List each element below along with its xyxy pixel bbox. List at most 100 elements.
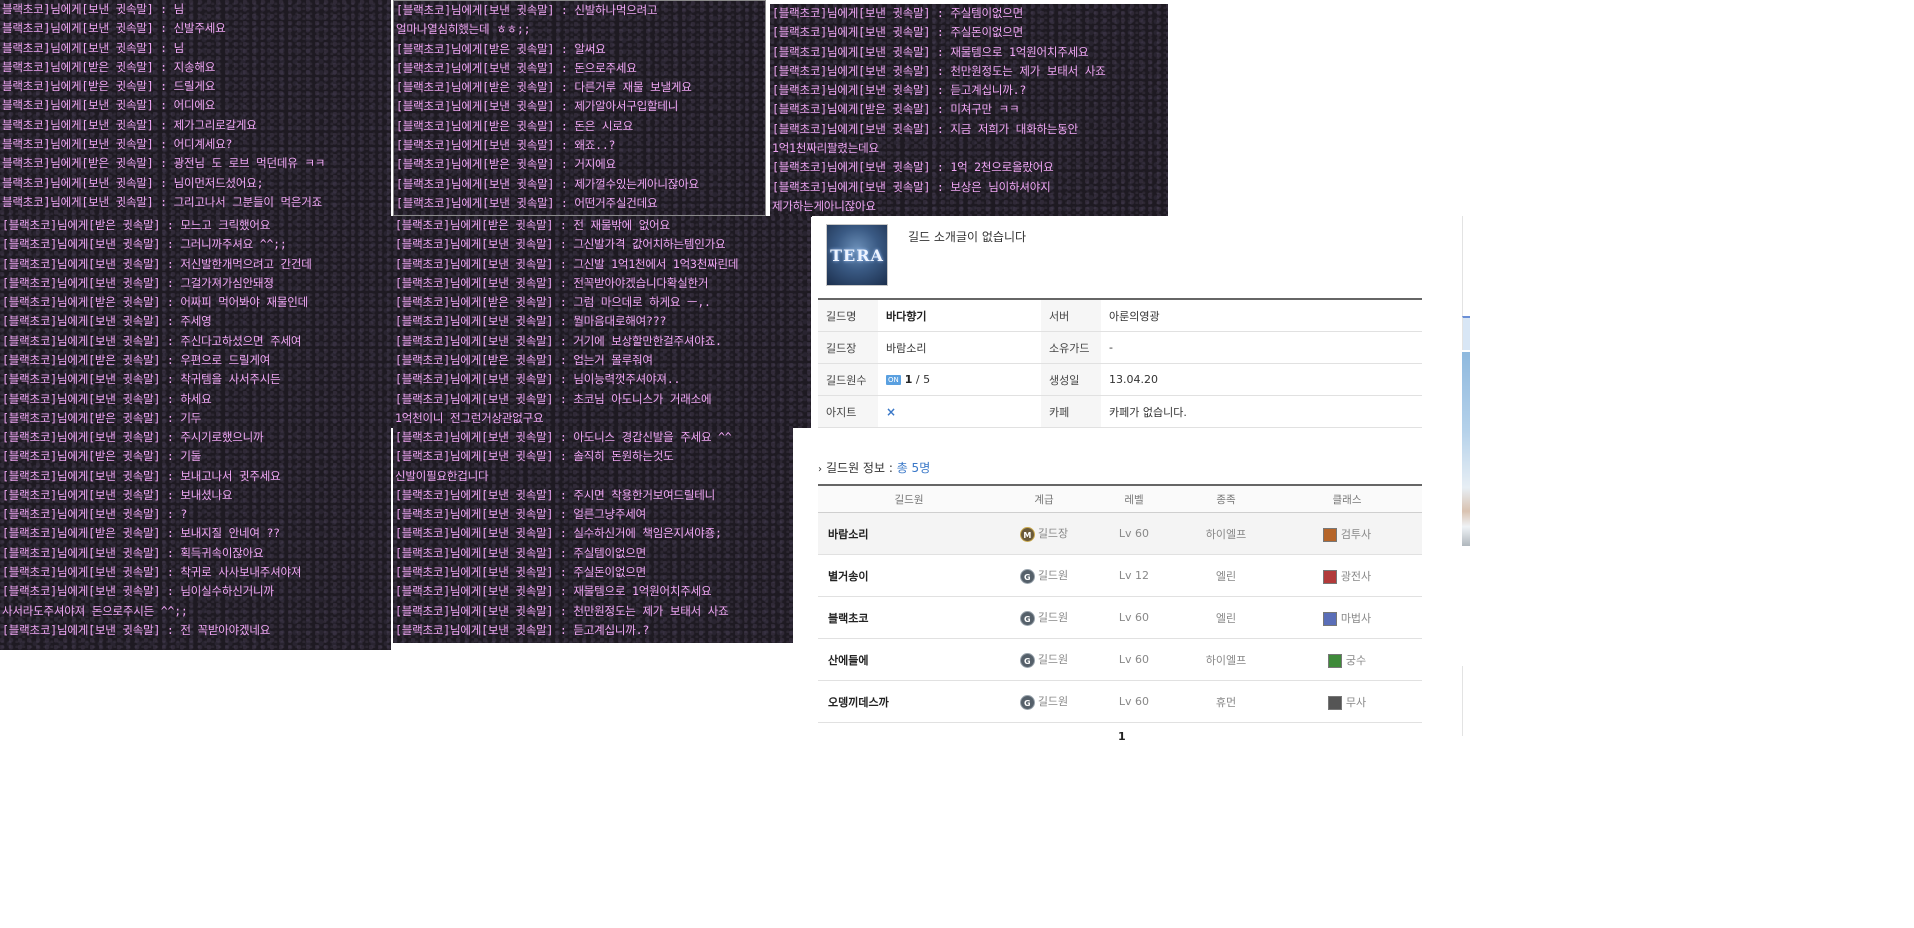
member-race: 하이엘프: [1180, 638, 1272, 681]
member-row[interactable]: 바람소리 M 길드장 Lv 60 하이엘프 검투사: [818, 512, 1422, 555]
chat-line: [블랙초코]님에게[받은 귓속말] : 어짜피 먹어봐야 재물인데: [2, 295, 308, 310]
members-total: 5: [923, 373, 931, 386]
chat-line: [블랙초코]님에게[보낸 귓속말] : 주실돈이없으면: [772, 25, 1024, 40]
hideout-value: ×: [878, 395, 1041, 428]
members-table: 길드원 계급 레벨 종족 클래스 바람소리 M 길드장 Lv 60 하이엘프 검투사 별거송…: [818, 484, 1422, 723]
pagination-page-1[interactable]: 1: [1118, 730, 1126, 743]
member-name[interactable]: 산에들에: [818, 638, 1000, 681]
chat-line: 블랙초코]님에게[보낸 귓속말] : 님: [2, 40, 185, 55]
guild-member-rank-icon: G: [1019, 694, 1035, 710]
member-level: Lv 12: [1088, 554, 1180, 597]
edge-tab-fragment: [1462, 316, 1470, 350]
guild-logo: TERA: [826, 224, 888, 286]
chat-line: [블랙초코]님에게[보낸 귓속말] : 거기에 보상할만한걸주셔야죠.: [395, 333, 722, 348]
chat-line: [블랙초코]님에게[보낸 귓속말] : 착귀템을 사서주시든: [2, 372, 281, 387]
chat-line: [블랙초코]님에게[보낸 귓속말] : 주실돈이없으면: [395, 565, 647, 580]
guild-master-rank-icon: M: [1019, 526, 1035, 542]
chat-line: [블랙초코]님에게[받은 귓속말] : 모느고 크릭했어요: [2, 218, 271, 232]
class-icon: [1322, 527, 1337, 542]
member-count-label: 길드원수: [818, 363, 878, 396]
chat-line: [블랙초코]님에게[보낸 귓속말] : 천만원정도는 제가 보태서 사죠: [395, 603, 729, 618]
chat-line: 블랙초코]님에게[받은 귓속말] : 드릴게요: [2, 79, 216, 94]
member-row[interactable]: 산에들에 G 길드원 Lv 60 하이엘프 궁수: [818, 638, 1422, 681]
chat-line: [블랙초코]님에게[보낸 귓속말] : 초코님 아도니스가 거래소에: [395, 391, 712, 406]
chat-line: 신발이필요한겁니다: [395, 468, 489, 483]
member-level: Lv 60: [1088, 680, 1180, 723]
chat-line: 블랙초코]님에게[받은 귓속말] : 지송해요: [2, 59, 216, 74]
cafe-value: 카페가 없습니다.: [1101, 395, 1422, 428]
member-name[interactable]: 오뎅끼데스까: [818, 680, 1000, 723]
chat-line: 1억천이니 전그런거상관없구요: [395, 410, 544, 425]
chat-line: [블랙초코]님에게[보낸 귓속말] : 주실템이없으면: [772, 6, 1024, 20]
guild-member-rank-icon: G: [1019, 652, 1035, 668]
member-rank: G 길드원: [1000, 638, 1088, 681]
chat-line: [블랙초코]님에게[보낸 귓속말] : 착귀로 사사보내주셔야져: [2, 565, 302, 580]
chat-line: [블랙초코]님에게[받은 귓속말] : 전 재물밖에 없어요: [395, 218, 670, 232]
info-row: 길드원수 ON 1 / 5 생성일 13.04.20: [818, 363, 1422, 396]
members-separator: /: [915, 373, 920, 386]
chat-line: [블랙초코]님에게[보낸 귓속말] : 님이능력껏주셔야져..: [395, 372, 681, 387]
member-row[interactable]: 별거송이 G 길드원 Lv 12 엘린 광전사: [818, 554, 1422, 597]
chat-line: [블랙초코]님에게[보낸 귓속말] : 주신다고하셨으면 주세여: [2, 333, 302, 348]
chat-log-panel-4: [블랙초코]님에게[받은 귓속말] : 모느고 크릭했어요 [블랙초코]님에게[보…: [0, 216, 393, 428]
member-class: 광전사: [1272, 554, 1422, 597]
member-rank-label: 길드원: [1037, 653, 1069, 667]
guild-member-rank-icon: G: [1019, 568, 1035, 584]
member-level: Lv 60: [1088, 512, 1180, 555]
chat-line: [블랙초코]님에게[보낸 귓속말] : 아도니스 경갑신발을 주세요 ^^: [395, 430, 732, 444]
chat-line: [블랙초코]님에게[보낸 귓속말] : 전 꼭받아야겠네요: [2, 622, 271, 637]
chat-line: [블랙초코]님에게[보낸 귓속말] : 그러니까주셔요 ^^;;: [2, 237, 287, 252]
member-name[interactable]: 별거송이: [818, 554, 1000, 597]
chat-line: 블랙초코]님에게[보낸 귓속말] : 그리고나서 그분들이 먹은거죠: [2, 194, 323, 209]
hideout-label: 아지트: [818, 395, 878, 428]
chat-line: [블랙초코]님에게[보낸 귓속말] : 그걸가져가심안돼졍: [2, 275, 274, 290]
guild-intro-text: 길드 소개글이 없습니다: [908, 230, 1027, 244]
created-label: 생성일: [1041, 363, 1101, 396]
chat-line: [블랙초코]님에게[받은 귓속말] : 보내지질 안네여 ??: [2, 526, 280, 541]
chevron-right-icon: ›: [818, 464, 822, 475]
chat-line: [블랙초코]님에게[받은 귓속말] : 알써요: [396, 41, 606, 56]
col-header-level: 레벨: [1088, 485, 1180, 513]
chat-line: [블랙초코]님에게[보낸 귓속말] : 실수하신거에 책임은지셔야죵;: [395, 526, 722, 541]
col-header-member: 길드원: [818, 485, 1000, 513]
info-row: 아지트 × 카페 카페가 없습니다.: [818, 395, 1422, 428]
member-class-label: 검투사: [1340, 527, 1372, 541]
member-class-label: 광전사: [1340, 569, 1372, 583]
chat-line: [블랙초코]님에게[받은 귓속말] : 기두: [2, 410, 202, 425]
member-class-label: 궁수: [1345, 653, 1367, 667]
chat-log-panel-2: [블랙초코]님에게[보낸 귓속말] : 신발하나먹으려고 얼마나열심히했는데 ㅎㅎ…: [393, 0, 766, 216]
member-class: 궁수: [1272, 638, 1422, 681]
member-race: 엘린: [1180, 554, 1272, 597]
member-class-label: 무사: [1345, 695, 1367, 709]
members-heading-label: 길드원 정보 :: [826, 461, 893, 475]
chat-line: [블랙초코]님에게[보낸 귓속말] : 어떤거주실건데요: [396, 195, 658, 210]
member-name[interactable]: 블랙초코: [818, 596, 1000, 639]
chat-line: [블랙초코]님에게[보낸 귓속말] : 천만원정도는 제가 보태서 사죠: [772, 63, 1106, 78]
member-name[interactable]: 바람소리: [818, 512, 1000, 555]
chat-line: [블랙초코]님에게[보낸 귓속말] : 뭘마음대로해여???: [395, 314, 667, 329]
chat-line: [블랙초코]님에게[보낸 귓속말] : 듣고계십니까.?: [772, 83, 1027, 98]
chat-line: [블랙초코]님에게[보낸 귓속말] : 저신발한개먹으려고 간건데: [2, 256, 312, 271]
member-row[interactable]: 오뎅끼데스까 G 길드원 Lv 60 휴먼 무사: [818, 680, 1422, 723]
chat-line: [블랙초코]님에게[보낸 귓속말] : 왜죠..?: [396, 138, 616, 153]
guild-member-rank-icon: G: [1019, 610, 1035, 626]
chat-line: [블랙초코]님에게[보낸 귓속말] : 재물템으로 1억원어치주세요: [395, 584, 712, 599]
member-rank-label: 길드원: [1037, 611, 1069, 625]
chat-line: [블랙초코]님에게[보낸 귓속말] : 재물템으로 1억원어치주세요: [772, 44, 1089, 59]
chat-line: 블랙초코]님에게[보낸 귓속말] : 어디계세요?: [2, 137, 233, 152]
member-rank-label: 길드장: [1037, 527, 1069, 541]
member-rank-label: 길드원: [1037, 695, 1069, 709]
member-rank: M 길드장: [1000, 512, 1088, 555]
cafe-label: 카페: [1041, 395, 1101, 428]
guild-master-label: 길드장: [818, 331, 878, 364]
chat-line: [블랙초코]님에게[보낸 귓속말] : 얼른그냥주세여: [395, 507, 647, 522]
chat-log-panel-5: [블랙초코]님에게[받은 귓속말] : 전 재물밖에 없어요 [블랙초코]님에게[…: [393, 216, 811, 428]
member-row[interactable]: 블랙초코 G 길드원 Lv 60 엘린 마법사: [818, 596, 1422, 639]
chat-line: 블랙초코]님에게[보낸 귓속말] : 님이먼저드셨어요;: [2, 175, 264, 190]
server-value: 아룬의영광: [1101, 299, 1422, 332]
chat-line: [블랙초코]님에게[보낸 귓속말] : ?: [2, 507, 188, 522]
class-icon: [1322, 569, 1337, 584]
info-row: 길드장 바람소리 소유가드 -: [818, 331, 1422, 364]
members-heading-count: 총 5명: [896, 461, 931, 475]
chat-log-panel-7: [블랙초코]님에게[보낸 귓속말] : 아도니스 경갑신발을 주세요 ^^ [블랙…: [393, 428, 793, 643]
